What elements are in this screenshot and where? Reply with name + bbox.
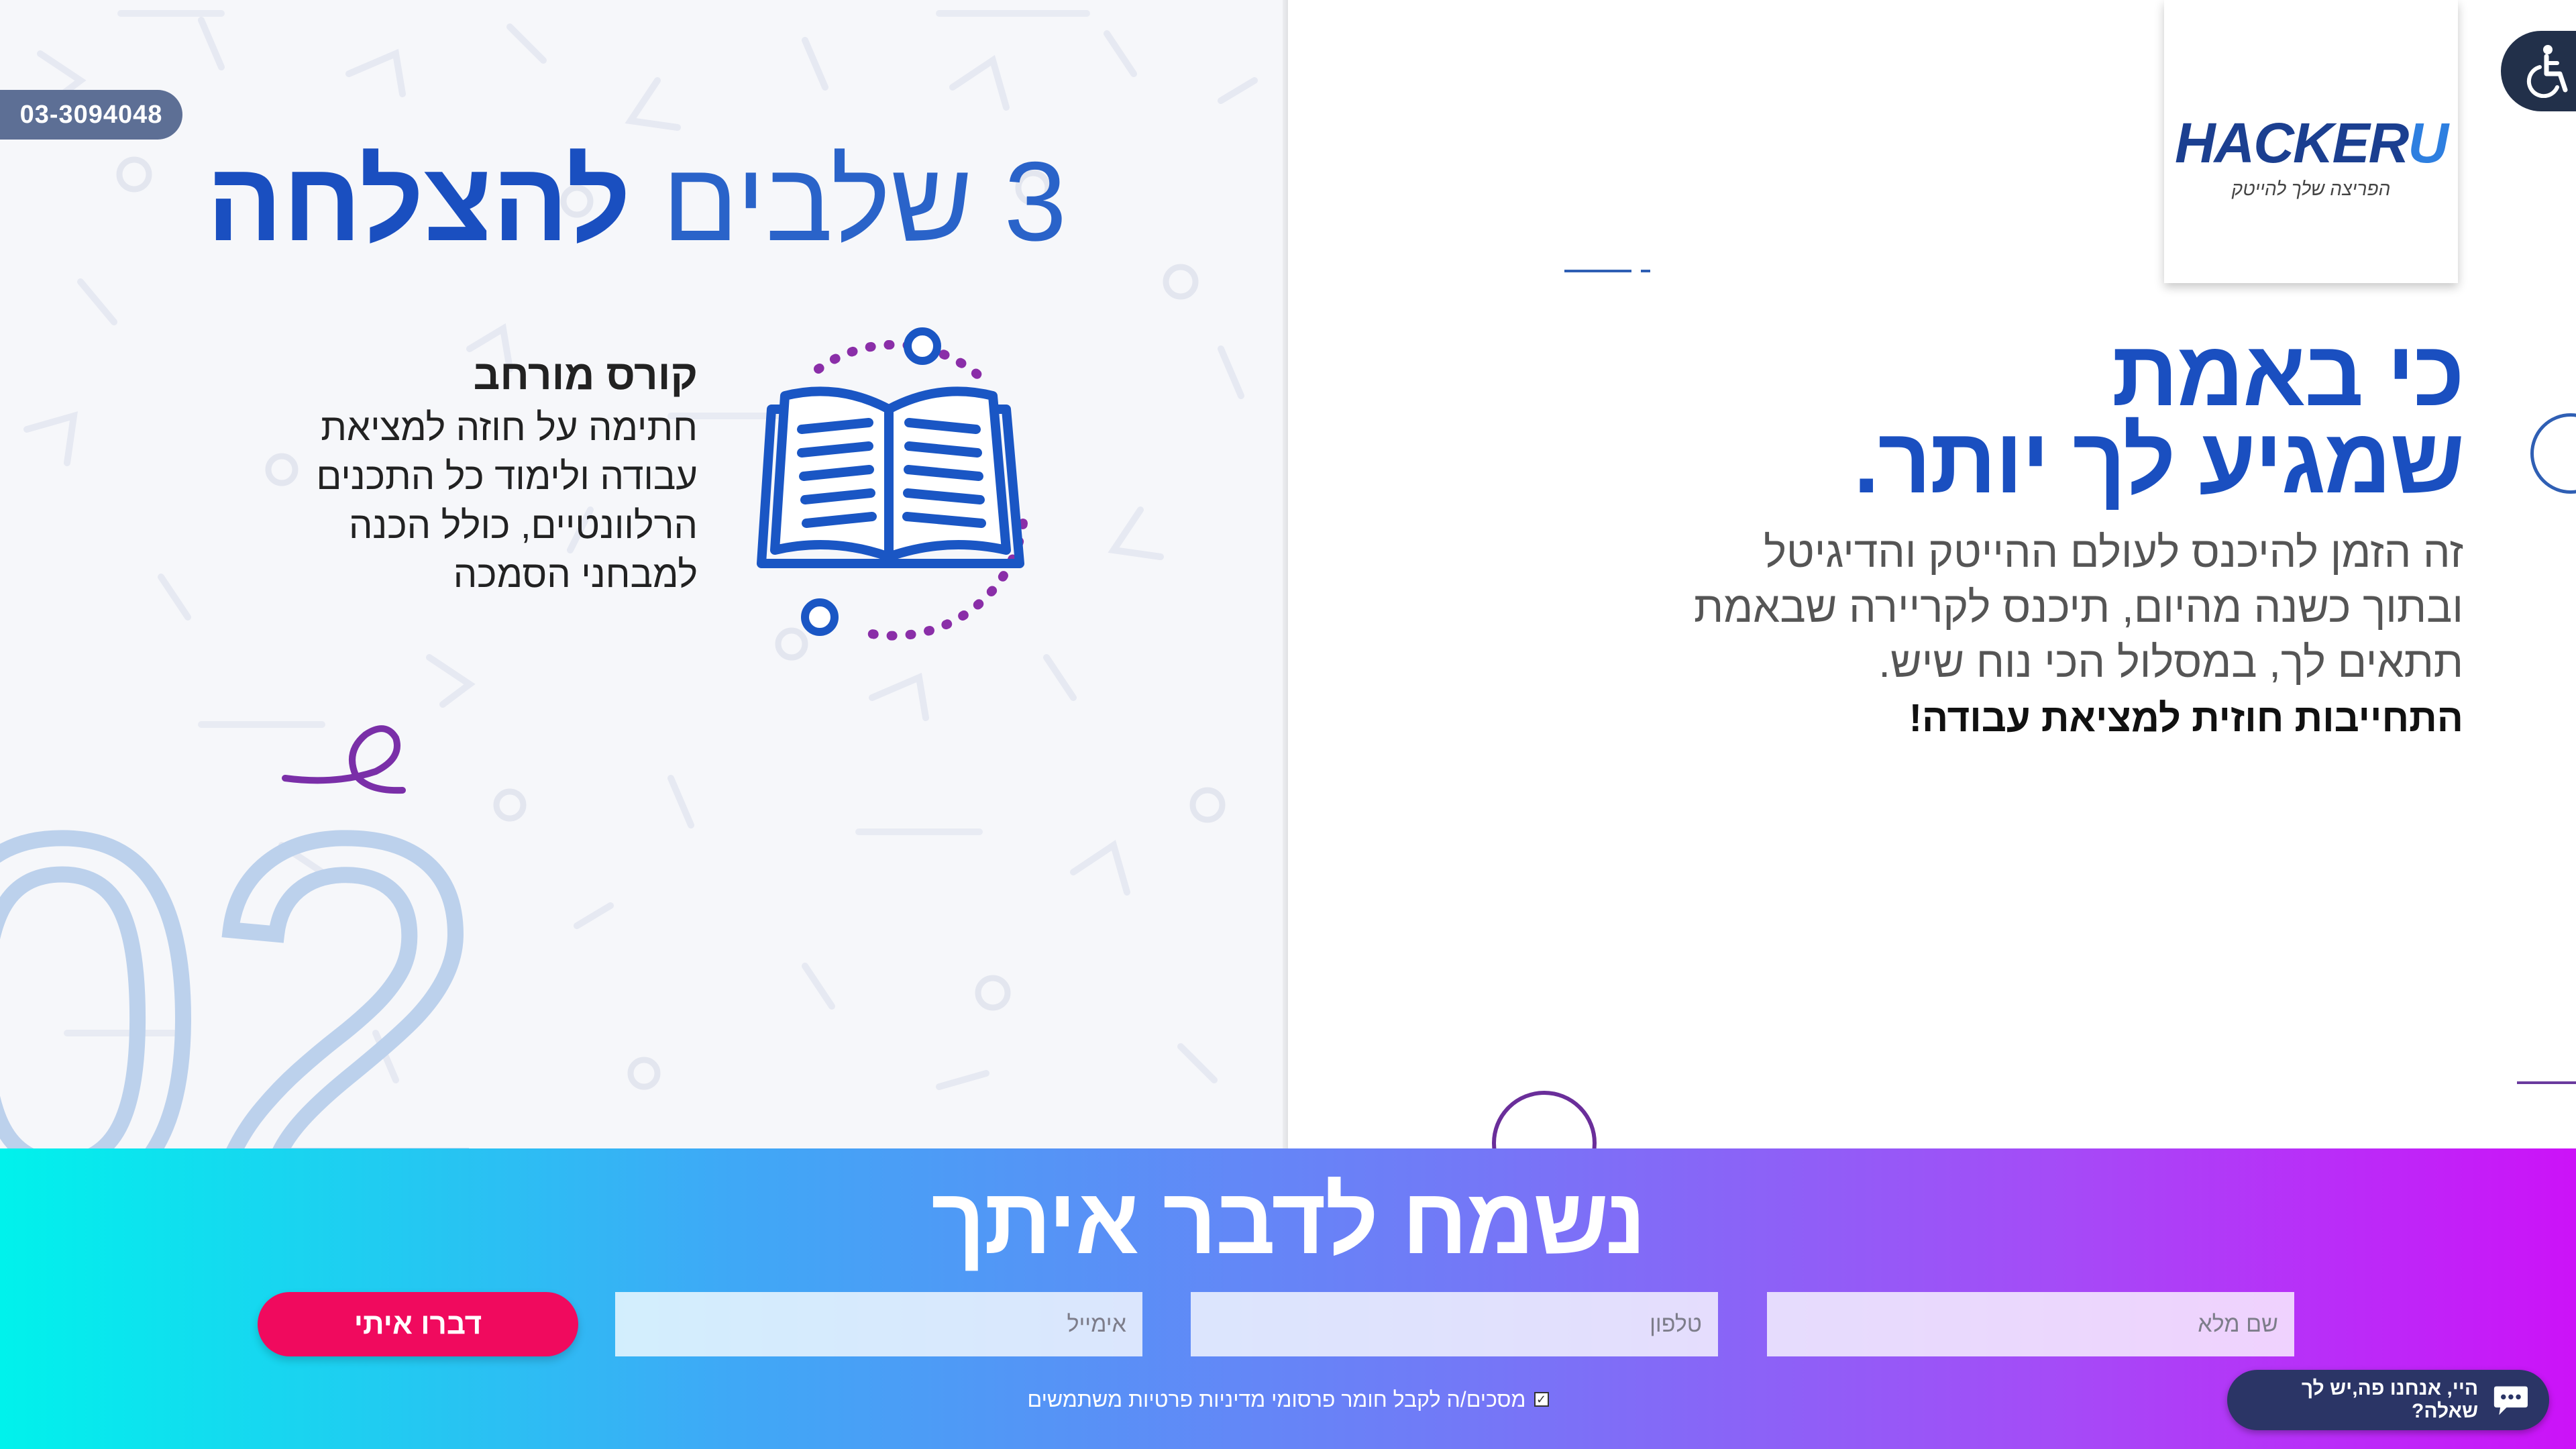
open-book-icon — [757, 327, 1028, 641]
panel-divider — [1283, 0, 1288, 1148]
course-line: הרלוונטיים, כולל הכנה — [348, 504, 698, 546]
accessibility-icon — [2526, 45, 2568, 98]
logo-wordmark: HACKERU — [2174, 111, 2449, 176]
hero-heading-line: שמגיע לך יותר. — [1854, 409, 2465, 513]
hero-subtitle: זה הזמן להיכנס לעולם ההייטק והדיגיטל ובת… — [1543, 525, 2463, 690]
hero-heading-line: כי באמת — [2111, 322, 2465, 425]
contact-title: נשמח לדבר איתך — [931, 1168, 1646, 1273]
phone-input[interactable] — [1191, 1292, 1718, 1356]
hackeru-logo[interactable]: HACKERU הפריצה שלך להייטק — [2164, 0, 2458, 283]
hero-sub-line: זה הזמן להיכנס לעולם ההייטק והדיגיטל — [1764, 528, 2463, 576]
hero-heading: כי באמת שמגיע לך יותר. — [1543, 322, 2465, 513]
logo-word-main: HACKER — [2174, 111, 2409, 174]
chat-bubble-icon — [2494, 1386, 2528, 1415]
course-line: למבחני הסמכה — [453, 553, 698, 595]
steps-title-strong: להצלחה — [206, 138, 631, 264]
steps-title-light: 3 שלבים — [661, 138, 1067, 264]
consent-label: מסכים/ה לקבל חומר פרסומי מדיניות פרטיות … — [1027, 1387, 1526, 1411]
decorative-line — [1641, 270, 1650, 272]
logo-tagline: הפריצה שלך להייטק — [2231, 178, 2391, 199]
logo-word-end: U — [2408, 111, 2449, 174]
chat-widget[interactable]: היי, אנחנו פה,יש לך שאלה? — [2227, 1370, 2549, 1430]
course-line: חתימה על חוזה למציאת — [321, 406, 698, 448]
hero-promise: התחייבות חוזית למציאת עבודה! — [1909, 696, 2463, 740]
decorative-line — [1564, 270, 1631, 272]
step-number: 02 — [0, 733, 470, 1148]
email-input[interactable] — [615, 1292, 1142, 1356]
full-name-input[interactable] — [1767, 1292, 2294, 1356]
hero-sub-line: תתאים לך, במסלול הכי נוח שיש. — [1878, 638, 2463, 686]
submit-button[interactable]: דברו איתי — [258, 1292, 578, 1356]
accessibility-button[interactable] — [2501, 31, 2576, 111]
course-description: קורס מורחב חתימה על חוזה למציאת עבודה ול… — [268, 349, 698, 598]
steps-panel: 03-3094048 3 שלבים להצלחה קורס מורחב חתי… — [0, 0, 1288, 1148]
course-heading: קורס מורחב — [473, 352, 698, 398]
phone-badge[interactable]: 03-3094048 — [0, 90, 182, 140]
steps-title: 3 שלבים להצלחה — [207, 134, 1067, 268]
decorative-line — [2517, 1081, 2576, 1084]
chat-label: היי, אנחנו פה,יש לך שאלה? — [2301, 1377, 2479, 1422]
hero-sub-line: ובתוך כשנה מהיום, תיכנס לקריירה שבאמת — [1693, 583, 2463, 631]
course-line: עבודה ולימוד כל התכנים — [316, 455, 698, 497]
step-number-graphic: 02 — [0, 725, 470, 1148]
consent-checkbox[interactable]: ✓ — [1534, 1392, 1549, 1407]
consent-row: ✓ מסכים/ה לקבל חומר פרסומי מדיניות פרטיו… — [939, 1383, 1637, 1415]
